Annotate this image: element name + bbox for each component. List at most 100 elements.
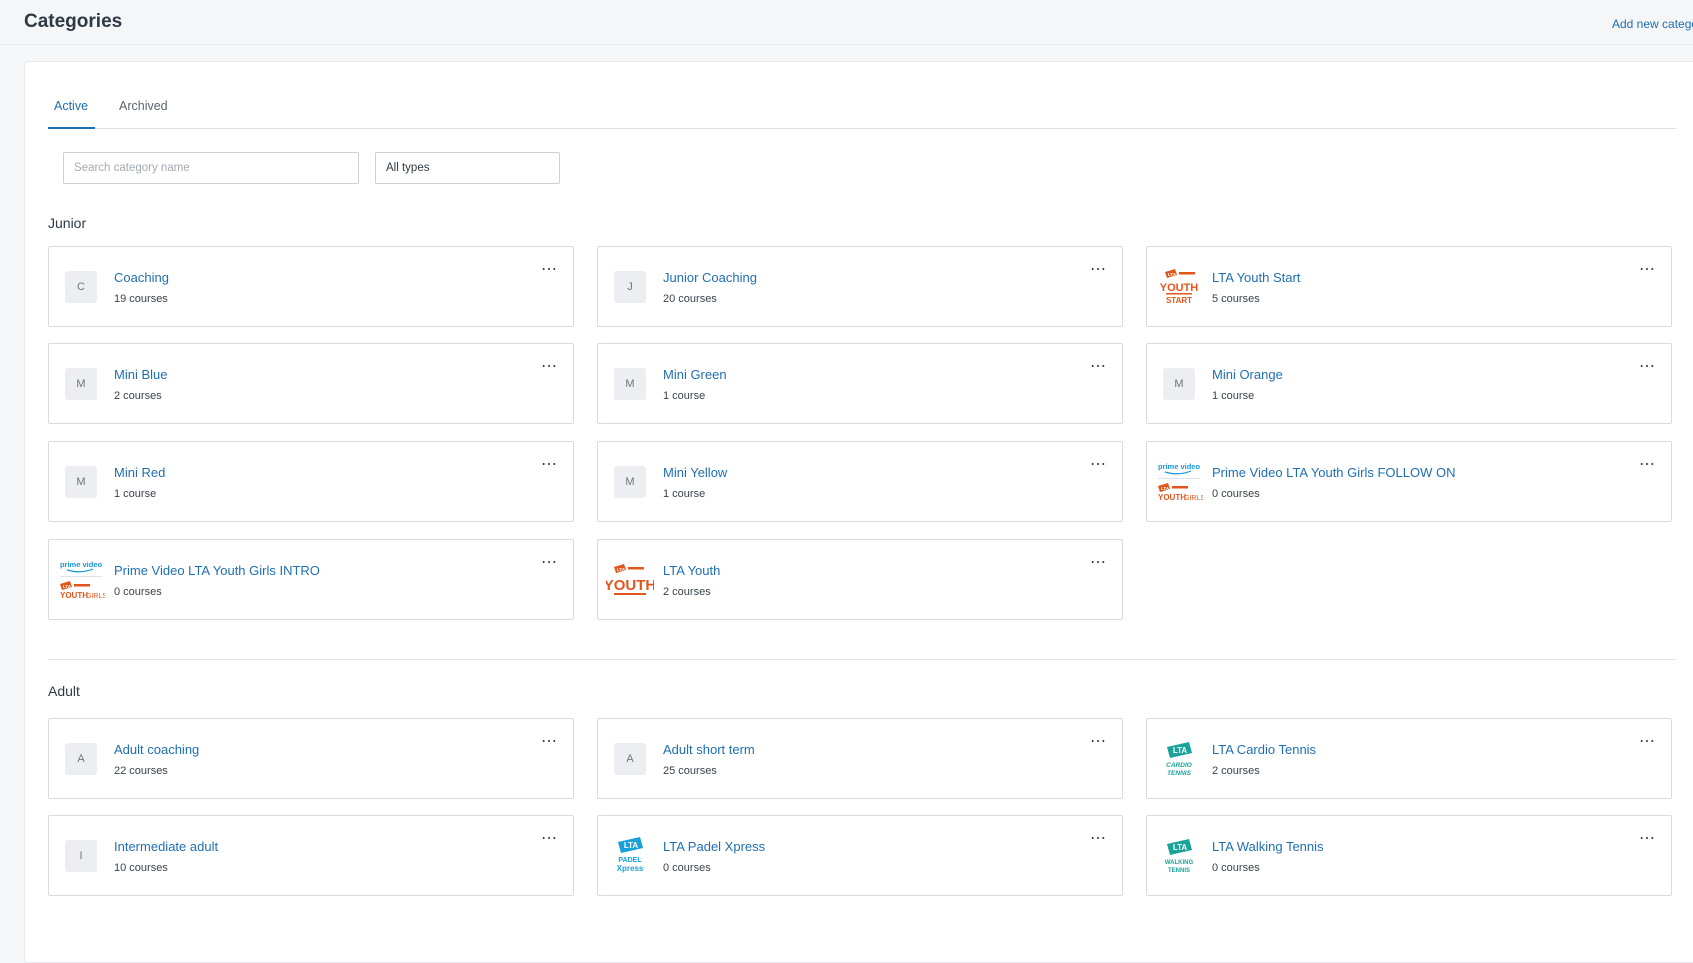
category-name-link[interactable]: Coaching (114, 270, 169, 285)
svg-text:YOUTH: YOUTH (1160, 282, 1199, 294)
svg-text:GIRLS: GIRLS (86, 593, 105, 600)
category-course-count: 5 courses (1212, 293, 1260, 305)
category-name-link[interactable]: Junior Coaching (663, 270, 757, 285)
category-card-intermediate-adult[interactable]: I Intermediate adult 10 courses ⋯ (48, 815, 574, 896)
prime-video-youth-girls-logo: prime video LTA YOUTHGIRLS (1158, 462, 1203, 502)
ellipsis-icon[interactable]: ⋯ (539, 555, 559, 574)
ellipsis-icon[interactable]: ⋯ (1088, 262, 1108, 281)
ellipsis-icon[interactable]: ⋯ (1637, 262, 1657, 281)
ellipsis-icon[interactable]: ⋯ (539, 359, 559, 378)
lta-cardio-tennis-logo: LTA CARDIOTENNIS (1166, 742, 1192, 777)
tab-archived[interactable]: Archived (119, 99, 168, 113)
group-divider (48, 659, 1676, 660)
ellipsis-icon[interactable]: ⋯ (539, 457, 559, 476)
category-card-adult-short-term[interactable]: A Adult short term 25 courses ⋯ (597, 718, 1123, 799)
category-card-lta-padel-xpress[interactable]: LTA PADEL Xpress LTA Padel Xpress 0 courses ⋯ (597, 815, 1123, 896)
category-card-mini-green[interactable]: M Mini Green 1 course ⋯ (597, 343, 1123, 424)
ellipsis-icon[interactable]: ⋯ (1637, 359, 1657, 378)
add-new-category-link[interactable]: Add new catego (1612, 17, 1693, 31)
svg-text:WALKING: WALKING (1165, 860, 1194, 866)
category-name-link[interactable]: LTA Cardio Tennis (1212, 742, 1316, 757)
category-course-count: 2 courses (1212, 765, 1260, 777)
category-initial-avatar: J (614, 271, 646, 303)
category-name-link[interactable]: Intermediate adult (114, 839, 218, 854)
ellipsis-icon[interactable]: ⋯ (1637, 734, 1657, 753)
svg-text:PADEL: PADEL (618, 857, 642, 864)
category-initial-avatar: M (65, 466, 97, 498)
category-course-count: 1 course (1212, 390, 1255, 402)
category-course-count: 2 courses (663, 586, 711, 598)
category-card-mini-yellow[interactable]: M Mini Yellow 1 course ⋯ (597, 441, 1123, 522)
svg-text:GIRLS: GIRLS (1184, 495, 1203, 502)
category-tabs: Active Archived (48, 92, 1676, 129)
category-course-count: 1 course (663, 488, 706, 500)
category-initial-avatar: M (614, 368, 646, 400)
ellipsis-icon[interactable]: ⋯ (539, 734, 559, 753)
ellipsis-icon[interactable]: ⋯ (1088, 734, 1108, 753)
category-card-prime-video-lta-youth-girls-intro[interactable]: prime video LTA YOUTH GIRLS Prime Video LTA … (48, 539, 574, 620)
category-card-junior-coaching[interactable]: J Junior Coaching 20 courses ⋯ (597, 246, 1123, 327)
svg-text:LTA: LTA (617, 567, 626, 572)
category-name-link[interactable]: Mini Yellow (663, 465, 727, 480)
svg-text:LTA: LTA (624, 841, 639, 850)
category-card-lta-cardio-tennis[interactable]: LTA CARDIO TENNIS LTA Cardio Tennis 2 course… (1146, 718, 1672, 799)
category-course-count: 0 courses (1212, 488, 1260, 500)
svg-text:YOUTH: YOUTH (60, 591, 88, 600)
ellipsis-icon[interactable]: ⋯ (1088, 831, 1108, 850)
category-name-link[interactable]: Prime Video LTA Youth Girls INTRO (114, 563, 320, 578)
page-title: Categories (24, 11, 123, 32)
category-name-link[interactable]: Mini Red (114, 465, 165, 480)
svg-text:TENNIS: TENNIS (1167, 770, 1192, 777)
category-name-link[interactable]: LTA Youth Start (1212, 270, 1300, 285)
lta-padel-xpress-logo: LTA PADELXpress (617, 837, 644, 873)
svg-text:prime video: prime video (1158, 462, 1201, 471)
svg-text:CARDIO: CARDIO (1166, 762, 1192, 769)
category-name-link[interactable]: LTA Youth (663, 563, 720, 578)
category-card-prime-video-lta-youth-girls-follow-on[interactable]: prime video LTA YOUTH GIRLS Prime Video LTA … (1146, 441, 1672, 522)
svg-text:Xpress: Xpress (617, 864, 644, 873)
tab-active[interactable]: Active (54, 99, 88, 113)
category-course-count: 19 courses (114, 293, 168, 305)
search-input[interactable] (63, 152, 359, 184)
ellipsis-icon[interactable]: ⋯ (539, 262, 559, 281)
top-bar: Categories Add new catego (0, 0, 1693, 45)
category-course-count: 1 course (663, 390, 706, 402)
category-course-count: 0 courses (663, 862, 711, 874)
category-card-lta-youth[interactable]: LTA YOUTH LTA Youth 2 courses ⋯ (597, 539, 1123, 620)
category-name-link[interactable]: Mini Orange (1212, 367, 1283, 382)
svg-text:YOUTH: YOUTH (606, 577, 654, 594)
category-initial-avatar: C (65, 271, 97, 303)
ellipsis-icon[interactable]: ⋯ (539, 831, 559, 850)
category-card-mini-blue[interactable]: M Mini Blue 2 courses ⋯ (48, 343, 574, 424)
category-name-link[interactable]: Adult short term (663, 742, 755, 757)
ellipsis-icon[interactable]: ⋯ (1637, 831, 1657, 850)
category-card-coaching[interactable]: C Coaching 19 courses ⋯ (48, 246, 574, 327)
category-name-link[interactable]: Mini Green (663, 367, 727, 382)
lta-youth-start-logo: LTA YOUTH START (1160, 269, 1199, 305)
category-card-lta-walking-tennis[interactable]: LTA WALKING TENNIS LTA Walking Tennis 0 cour… (1146, 815, 1672, 896)
svg-text:YOUTH: YOUTH (1158, 493, 1186, 502)
svg-text:LTA: LTA (1168, 272, 1177, 277)
category-initial-avatar: A (65, 743, 97, 775)
ellipsis-icon[interactable]: ⋯ (1637, 457, 1657, 476)
category-name-link[interactable]: Adult coaching (114, 742, 199, 757)
category-card-mini-red[interactable]: M Mini Red 1 course ⋯ (48, 441, 574, 522)
category-name-link[interactable]: Prime Video LTA Youth Girls FOLLOW ON (1212, 465, 1455, 480)
category-name-link[interactable]: LTA Walking Tennis (1212, 839, 1324, 854)
category-card-mini-orange[interactable]: M Mini Orange 1 course ⋯ (1146, 343, 1672, 424)
category-course-count: 1 course (114, 488, 157, 500)
ellipsis-icon[interactable]: ⋯ (1088, 359, 1108, 378)
type-select[interactable]: All types (375, 152, 560, 184)
category-name-link[interactable]: Mini Blue (114, 367, 167, 382)
ellipsis-icon[interactable]: ⋯ (1088, 555, 1108, 574)
ellipsis-icon[interactable]: ⋯ (1088, 457, 1108, 476)
category-name-link[interactable]: LTA Padel Xpress (663, 839, 765, 854)
category-card-adult-coaching[interactable]: A Adult coaching 22 courses ⋯ (48, 718, 574, 799)
category-course-count: 22 courses (114, 765, 168, 777)
category-course-count: 25 courses (663, 765, 717, 777)
svg-text:LTA: LTA (1173, 746, 1188, 755)
active-tab-indicator (48, 127, 95, 129)
category-card-lta-youth-start[interactable]: LTA YOUTH START LTA Youth Start 5 courses ⋯ (1146, 246, 1672, 327)
category-course-count: 2 courses (114, 390, 162, 402)
svg-text:TENNIS: TENNIS (1168, 868, 1190, 874)
